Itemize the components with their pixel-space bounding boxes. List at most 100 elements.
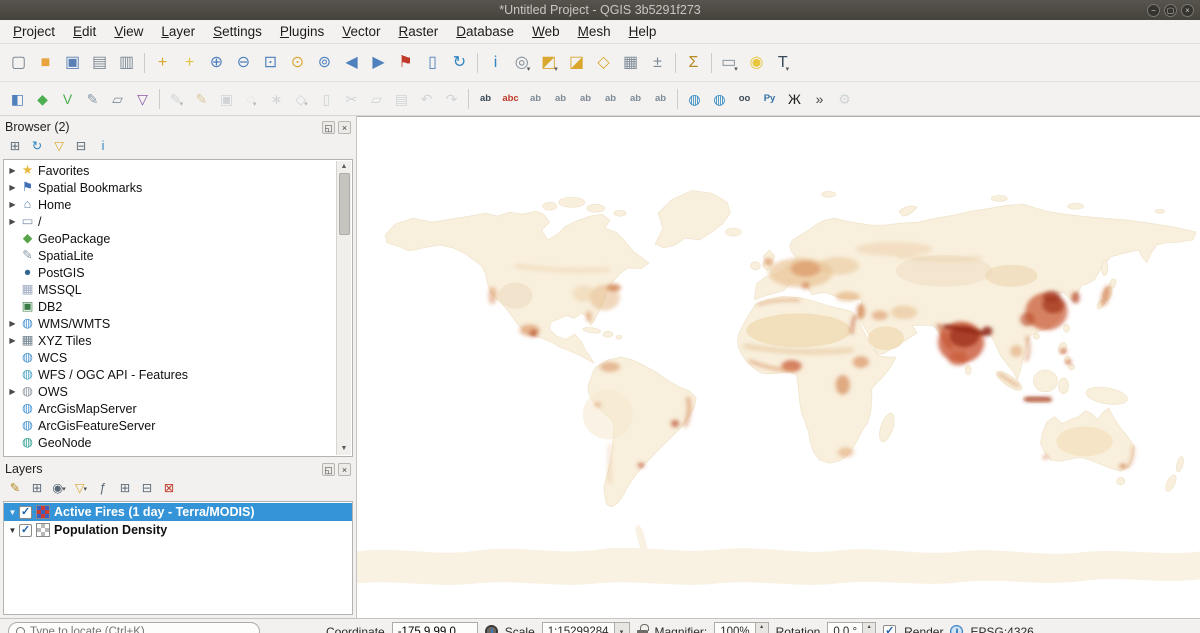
- new-bookmark-button[interactable]: ⚑ ▾: [392, 49, 419, 76]
- browser-item-root[interactable]: ▶ ▭ /: [6, 213, 336, 230]
- save-project-button[interactable]: ▣ ▾: [59, 49, 86, 76]
- crs-globe-icon[interactable]: [950, 625, 963, 633]
- zoom-next-button[interactable]: ▶ ▾: [365, 49, 392, 76]
- map-tips-button[interactable]: ◉ ▾: [743, 49, 770, 76]
- browser-item-spatialite[interactable]: ▶ ✎ SpatiaLite: [6, 247, 336, 264]
- collapse-all-layers-button[interactable]: ⊟ ▾: [137, 479, 157, 498]
- titlebar[interactable]: *Untitled Project - QGIS 3b5291f273 −▢×: [0, 0, 1200, 20]
- add-selected-layers-button[interactable]: ⊞ ▾: [5, 137, 25, 156]
- expand-arrow-icon[interactable]: ▶: [6, 200, 19, 209]
- select-features-button[interactable]: ◩ ▾: [536, 49, 563, 76]
- browser-scrollbar[interactable]: ▲ ▼: [336, 161, 351, 455]
- browser-item-geopackage[interactable]: ▶ ◆ GeoPackage: [6, 230, 336, 247]
- web-globe-button[interactable]: ◍ ▾: [682, 86, 707, 111]
- menu-settings[interactable]: Settings: [204, 21, 271, 42]
- metasearch-button[interactable]: ◍ ▾: [707, 86, 732, 111]
- filter-legend-button[interactable]: ▽ ▾: [71, 479, 91, 498]
- layer-item-population-density[interactable]: ▼ ✓ Population Density: [4, 521, 352, 539]
- expand-arrow-icon[interactable]: ▶: [6, 166, 19, 175]
- change-label-button[interactable]: ab ▾: [648, 86, 673, 111]
- menu-edit[interactable]: Edit: [64, 21, 105, 42]
- expand-arrow-icon[interactable]: ▶: [6, 183, 19, 192]
- layer-visibility-checkbox[interactable]: ✓: [19, 524, 32, 537]
- expand-arrow-icon[interactable]: ▶: [6, 217, 19, 226]
- browser-item-wms[interactable]: ▶ ◍ WMS/WMTS: [6, 315, 336, 332]
- menu-help[interactable]: Help: [620, 21, 666, 42]
- browser-item-mssql[interactable]: ▶ ▦ MSSQL: [6, 281, 336, 298]
- browser-item-geonode[interactable]: ▶ ◍ GeoNode: [6, 434, 336, 451]
- browser-item-home[interactable]: ▶ ⌂ Home: [6, 196, 336, 213]
- browser-item-arcgis-map[interactable]: ▶ ◍ ArcGisMapServer: [6, 400, 336, 417]
- refresh-map-button[interactable]: ↻ ▾: [446, 49, 473, 76]
- magnifier-up-icon[interactable]: ▴: [756, 623, 768, 632]
- statistical-summary-button[interactable]: Σ ▾: [680, 49, 707, 76]
- magnifier-spinbox[interactable]: 100% ▴ ▾: [714, 622, 768, 633]
- map-canvas[interactable]: [357, 116, 1200, 618]
- move-label-button[interactable]: ab ▾: [598, 86, 623, 111]
- new-project-button[interactable]: ▢ ▾: [5, 49, 32, 76]
- menu-web[interactable]: Web: [523, 21, 569, 42]
- collapse-all-button[interactable]: ⊟ ▾: [71, 137, 91, 156]
- show-layout-manager-button[interactable]: ▥ ▾: [113, 49, 140, 76]
- float-panel-button[interactable]: ◱: [322, 463, 335, 476]
- browser-item-wfs[interactable]: ▶ ◍ WFS / OGC API - Features: [6, 366, 336, 383]
- expand-all-button[interactable]: ⊞ ▾: [115, 479, 135, 498]
- maximize-button[interactable]: ▢: [1164, 4, 1177, 17]
- layer-visibility-checkbox[interactable]: ✓: [19, 506, 32, 519]
- new-print-layout-button[interactable]: ▤ ▾: [86, 49, 113, 76]
- open-layer-styling-button[interactable]: ✎ ▾: [5, 479, 25, 498]
- open-project-button[interactable]: ■ ▾: [32, 49, 59, 76]
- pin-labels-button[interactable]: ab ▾: [548, 86, 573, 111]
- locate-search-box[interactable]: [8, 622, 260, 633]
- data-source-manager-button[interactable]: ◧ ▾: [5, 86, 30, 111]
- manage-map-themes-button[interactable]: ◉ ▾: [49, 479, 69, 498]
- scroll-down-icon[interactable]: ▼: [341, 443, 348, 455]
- scale-dropdown-icon[interactable]: ▾: [615, 622, 630, 633]
- scroll-up-icon[interactable]: ▲: [341, 161, 348, 173]
- zoom-to-selection-button[interactable]: ⊙ ▾: [284, 49, 311, 76]
- menu-view[interactable]: View: [105, 21, 152, 42]
- filter-expression-button[interactable]: ƒ ▾: [93, 479, 113, 498]
- zoom-out-button[interactable]: ⊖ ▾: [230, 49, 257, 76]
- properties-widget-button[interactable]: i ▾: [93, 137, 113, 156]
- rotate-label-button[interactable]: ab ▾: [623, 86, 648, 111]
- field-calculator-button[interactable]: ± ▾: [644, 49, 671, 76]
- render-checkbox[interactable]: ✓: [883, 625, 896, 633]
- remove-layer-button[interactable]: ⊠ ▾: [159, 479, 179, 498]
- expand-arrow-icon[interactable]: ▼: [6, 526, 19, 535]
- zoom-full-extent-button[interactable]: ⊡ ▾: [257, 49, 284, 76]
- close-button[interactable]: ×: [1181, 4, 1194, 17]
- lock-scale-icon[interactable]: [637, 630, 648, 633]
- close-panel-button[interactable]: ×: [338, 121, 351, 134]
- menu-plugins[interactable]: Plugins: [271, 21, 333, 42]
- run-feature-action-button[interactable]: ◎ ▾: [509, 49, 536, 76]
- layer-labeling-single-button[interactable]: abc ▾: [498, 86, 523, 111]
- browser-item-spatial-bookmarks[interactable]: ▶ ⚑ Spatial Bookmarks: [6, 179, 336, 196]
- menu-vector[interactable]: Vector: [333, 21, 389, 42]
- menu-database[interactable]: Database: [447, 21, 523, 42]
- show-bookmarks-button[interactable]: ▯ ▾: [419, 49, 446, 76]
- new-spatialite-layer-button[interactable]: ✎ ▾: [80, 86, 105, 111]
- plugin-bug-button[interactable]: Ж ▾: [782, 86, 807, 111]
- browser-item-wcs[interactable]: ▶ ◍ WCS: [6, 349, 336, 366]
- measure-button[interactable]: ▭ ▾: [716, 49, 743, 76]
- extents-toggle-icon[interactable]: [485, 625, 498, 633]
- browser-item-postgis[interactable]: ▶ ● PostGIS: [6, 264, 336, 281]
- float-panel-button[interactable]: ◱: [322, 121, 335, 134]
- refresh-browser-button[interactable]: ↻ ▾: [27, 137, 47, 156]
- locate-input[interactable]: [30, 626, 252, 633]
- deselect-all-button[interactable]: ◇ ▾: [590, 49, 617, 76]
- open-attribute-table-button[interactable]: ▦ ▾: [617, 49, 644, 76]
- new-shapefile-layer-button[interactable]: V ▾: [55, 86, 80, 111]
- crs-label[interactable]: EPSG:4326: [970, 625, 1033, 633]
- browser-item-db2[interactable]: ▶ ▣ DB2: [6, 298, 336, 315]
- zoom-in-button[interactable]: ⊕ ▾: [203, 49, 230, 76]
- python-console-button[interactable]: Py ▾: [757, 86, 782, 111]
- minimize-button[interactable]: −: [1147, 4, 1160, 17]
- highlight-labels-button[interactable]: ab ▾: [573, 86, 598, 111]
- layer-item-active-fires[interactable]: ▼ ✓ Active Fires (1 day - Terra/MODIS): [4, 503, 352, 521]
- pinned-labels-button[interactable]: ab ▾: [523, 86, 548, 111]
- rotation-up-icon[interactable]: ▴: [863, 623, 875, 632]
- coordinate-field[interactable]: [392, 622, 478, 633]
- layer-labeling-button[interactable]: ab ▾: [473, 86, 498, 111]
